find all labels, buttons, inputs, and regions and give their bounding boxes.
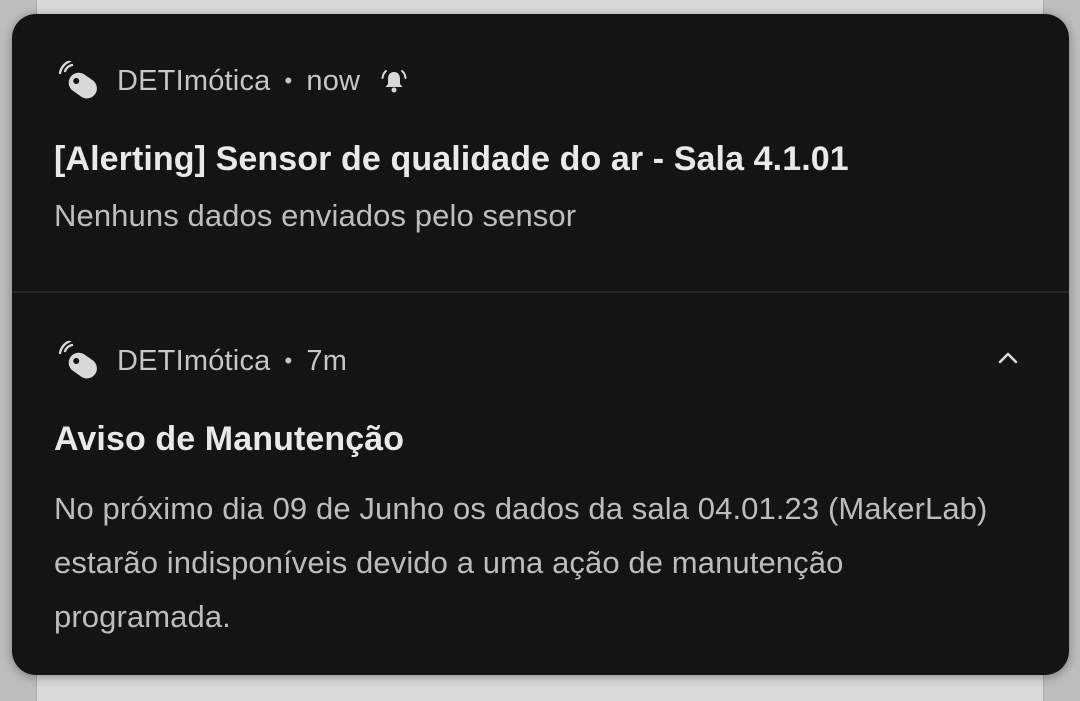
notification-body: Nenhuns dados enviados pelo sensor <box>54 198 577 233</box>
notification-shade: DETImótica • now [Alerting] Sensor de qu… <box>12 14 1069 675</box>
app-name: DETImótica <box>117 344 271 377</box>
notification-maintenance[interactable]: DETImótica • 7m Aviso de Manutenção No p… <box>12 293 1069 675</box>
notification-header: DETImótica • 7m <box>56 341 347 381</box>
notification-alerting[interactable]: DETImótica • now [Alerting] Sensor de qu… <box>12 14 1069 291</box>
app-name: DETImótica <box>117 64 271 97</box>
chevron-up-icon[interactable] <box>993 343 1023 373</box>
alert-bell-icon <box>380 67 408 95</box>
notification-time: now <box>306 64 361 97</box>
header-separator: • <box>284 348 293 373</box>
notification-body: No próximo dia 09 de Junho os dados da s… <box>54 491 988 634</box>
notification-header: DETImótica • now <box>56 61 408 101</box>
notification-title: [Alerting] Sensor de qualidade do ar - S… <box>54 140 849 178</box>
app-tag-icon <box>56 341 100 381</box>
header-separator: • <box>284 68 293 93</box>
app-tag-icon <box>56 61 100 101</box>
notification-time: 7m <box>306 344 348 377</box>
notification-title: Aviso de Manutenção <box>54 420 405 458</box>
